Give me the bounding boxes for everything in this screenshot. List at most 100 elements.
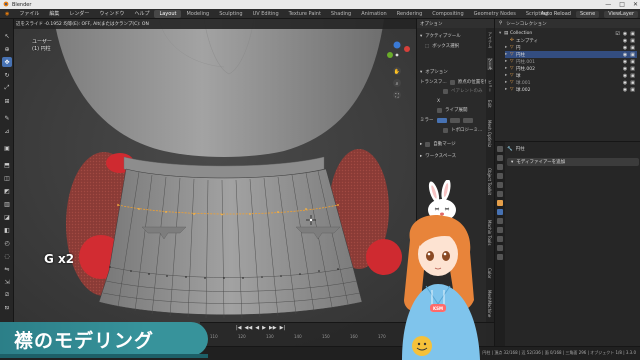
vtab-view[interactable]: ビュー (487, 80, 493, 92)
loop-cut-tool-icon[interactable]: ▥ (2, 199, 12, 209)
vtab-tool[interactable]: ツール (487, 58, 493, 70)
affect-origins-checkbox[interactable] (449, 79, 455, 85)
camera-icon[interactable]: ▣ (630, 59, 635, 65)
menu-window[interactable]: ウィンドウ (94, 10, 129, 17)
rip-tool-icon[interactable]: ⧅ (2, 303, 12, 313)
scale-tool-icon[interactable]: ⤢ (2, 83, 12, 93)
eye-icon[interactable]: ◉ (623, 45, 627, 51)
annotate-tool-icon[interactable]: ✎ (2, 113, 12, 123)
shrink-tool-icon[interactable]: ⇲ (2, 277, 12, 287)
vtab-item[interactable]: アイテム (487, 32, 493, 48)
menu-edit[interactable]: 編集 (44, 10, 64, 17)
close-icon[interactable]: ✕ (633, 1, 638, 8)
play-button[interactable]: ▶ (262, 325, 266, 331)
tool-props-icon[interactable] (497, 146, 503, 152)
knife-tool-icon[interactable]: ◪ (2, 212, 12, 222)
render-props-icon[interactable] (497, 155, 503, 161)
viewlayer-selector[interactable]: ViewLayer (604, 10, 638, 18)
outliner-item[interactable]: ▸ ▽ 球.001 ◉ ▣ (505, 79, 637, 86)
tab-compositing[interactable]: Compositing (427, 10, 468, 18)
camera-icon[interactable]: ▣ (630, 87, 635, 93)
inset-tool-icon[interactable]: ◫ (2, 173, 12, 183)
tab-layout[interactable]: Layout (154, 9, 182, 18)
tweak-tool-icon[interactable]: ↖ (2, 31, 12, 41)
parents-checkbox[interactable] (443, 88, 448, 94)
np-box-select[interactable]: ⬚ ボックス選択 (425, 43, 459, 50)
smooth-tool-icon[interactable]: ◌ (2, 251, 12, 261)
add-modifier-button[interactable]: ▾ モディファイアーを追加 (507, 158, 639, 166)
measure-tool-icon[interactable]: ⊿ (2, 126, 12, 136)
extrude-tool-icon[interactable]: ⬒ (2, 160, 12, 170)
menu-render[interactable]: レンダー (64, 10, 94, 17)
tab-modeling[interactable]: Modeling (181, 10, 214, 18)
eye-icon[interactable]: ◉ (623, 87, 627, 93)
eye-icon[interactable]: ◉ (623, 66, 627, 72)
vtab-edit[interactable]: Edit (487, 100, 492, 108)
tab-rendering[interactable]: Rendering (392, 10, 428, 18)
prev-key-button[interactable]: ◀◀ (245, 325, 253, 331)
outliner-item[interactable]: ▸ ▽ 円 ◉ ▣ (505, 44, 637, 51)
3d-viewport[interactable]: 辺をスライド -0.1952 均等(E): OFF, Alt(またはクランプ(C… (14, 19, 416, 346)
eye-icon[interactable]: ◉ (623, 59, 627, 65)
move-tool-icon[interactable]: ✥ (2, 57, 12, 67)
np-options-header[interactable]: ▾ オプション (420, 69, 448, 76)
minimize-icon[interactable]: — (605, 1, 611, 8)
outliner-item[interactable]: ▸ ▽ 球.002 ◉ ▣ (505, 86, 637, 93)
vtab-mesh-optimiz[interactable]: Mesh Optimiz (487, 120, 492, 147)
rotate-tool-icon[interactable]: ↻ (2, 70, 12, 80)
poly-build-tool-icon[interactable]: ◧ (2, 225, 12, 235)
outliner-filter-icon[interactable]: ⚲ (499, 21, 502, 26)
outliner-item[interactable]: ▸ ▽ 円柱.001 ◉ ▣ (505, 58, 637, 65)
tab-uv-editing[interactable]: UV Editing (248, 10, 284, 18)
next-key-button[interactable]: ▶▶ (269, 325, 277, 331)
np-auto-merge-header[interactable]: ▸ 自動マージ (420, 141, 456, 147)
bevel-tool-icon[interactable]: ◩ (2, 186, 12, 196)
np-workspace-header[interactable]: ▸ ワークスペース (420, 153, 456, 160)
mirror-x-toggle[interactable] (436, 117, 447, 123)
outliner-item[interactable]: ▸ ▽ 円柱.002 ◉ ▣ (505, 65, 637, 72)
menu-help[interactable]: ヘルプ (129, 10, 154, 17)
edge-slide-tool-icon[interactable]: ⇋ (2, 264, 12, 274)
camera-icon[interactable]: ▣ (630, 66, 635, 72)
eye-icon[interactable]: ◉ (623, 73, 627, 79)
np-tab-options[interactable]: オプション (420, 21, 443, 27)
camera-icon[interactable]: ▣ (630, 80, 635, 86)
mirror-z-toggle[interactable] (462, 117, 473, 123)
tab-sculpting[interactable]: Sculpting (214, 10, 247, 18)
view-layer-props-icon[interactable] (497, 173, 503, 179)
eye-icon[interactable]: ◉ (623, 38, 627, 44)
live-unwrap-checkbox[interactable] (437, 107, 442, 113)
tab-geometry-nodes[interactable]: Geometry Nodes (469, 10, 521, 18)
output-props-icon[interactable] (497, 164, 503, 170)
jump-start-button[interactable]: |◀ (236, 325, 242, 331)
add-cube-tool-icon[interactable]: ▣ (2, 143, 12, 153)
mirror-y-toggle[interactable] (449, 117, 460, 123)
checkbox-icon[interactable]: ☑ (615, 31, 619, 37)
outliner-item[interactable]: ▸ ▽ 球 ◉ ▣ (505, 72, 637, 79)
topology-checkbox[interactable] (443, 127, 448, 133)
outliner-item[interactable]: ✣ エンプティ ◉ ▣ (505, 37, 637, 44)
play-reverse-button[interactable]: ◀ (255, 325, 259, 331)
eye-icon[interactable]: ◉ (623, 31, 627, 37)
tab-texture-paint[interactable]: Texture Paint (284, 10, 326, 18)
menu-file[interactable]: ファイル (14, 10, 44, 17)
camera-icon[interactable]: ▣ (630, 31, 635, 37)
camera-icon[interactable]: ▣ (630, 45, 635, 51)
spin-tool-icon[interactable]: ◴ (2, 238, 12, 248)
transform-tool-icon[interactable]: ⊞ (2, 96, 12, 106)
outliner-item[interactable]: ▸ ▽ 円柱 ◉ ▣ (505, 51, 637, 58)
camera-icon[interactable]: ▣ (630, 52, 635, 58)
blender-menu-icon[interactable]: ◉ (0, 11, 14, 17)
outliner-item[interactable]: ▾ ▤ Collection ☑ ◉ ▣ (499, 30, 637, 37)
scene-selector[interactable]: Scene (575, 10, 600, 18)
camera-icon[interactable]: ▣ (630, 73, 635, 79)
auto-reload-toggle[interactable]: Auto Reload (541, 11, 571, 17)
jump-end-button[interactable]: ▶| (280, 325, 286, 331)
tab-animation[interactable]: Animation (356, 10, 392, 18)
camera-icon[interactable]: ▣ (630, 38, 635, 44)
np-active-tool-header[interactable]: ▾ アクティブツール (420, 33, 461, 40)
cursor-tool-icon[interactable]: ⊕ (2, 44, 12, 54)
tab-shading[interactable]: Shading (326, 10, 356, 18)
eye-icon[interactable]: ◉ (623, 80, 627, 86)
shear-tool-icon[interactable]: ⧄ (2, 290, 12, 300)
